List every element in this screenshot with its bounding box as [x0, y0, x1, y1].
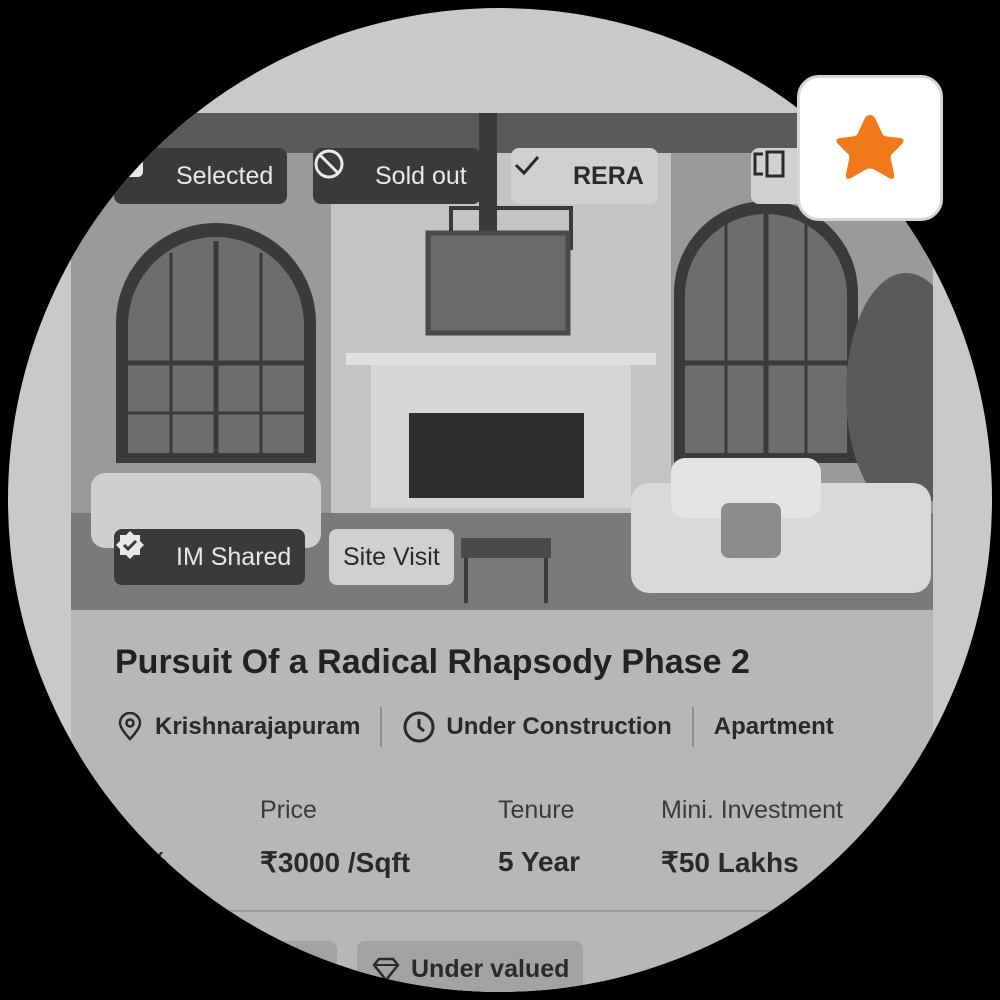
clock-icon [402, 710, 436, 744]
block-icon [314, 149, 359, 192]
sold-out-badge[interactable]: Sold out [313, 148, 481, 204]
min-investment-label: Mini. Investment [661, 796, 844, 824]
irr-label: IRR [71, 796, 109, 824]
im-shared-badge[interactable]: IM Shared [114, 529, 306, 585]
compare-icon [753, 150, 795, 192]
location-label: Krishnarajapuram [155, 713, 361, 740]
irr-value: % [143, 846, 168, 877]
verified-badge-icon [116, 531, 160, 573]
meta-divider [691, 707, 694, 747]
im-shared-label: IM Shared [176, 542, 292, 571]
property-card[interactable]: Selected Sold out RERA IM Shared Site Vi… [71, 113, 933, 992]
site-visit-badge[interactable]: Site Visit [329, 529, 454, 585]
favorite-button[interactable] [797, 75, 943, 221]
tag-chip[interactable] [211, 941, 337, 992]
under-valued-label: Under valued [411, 954, 570, 983]
min-investment-value: ₹50 Lakhs [661, 847, 799, 878]
under-valued-tag[interactable]: Under valued [357, 941, 584, 992]
property-meta: Krishnarajapuram Under Construction Apar… [115, 705, 834, 749]
selected-label: Selected [176, 161, 274, 190]
meta-divider [380, 707, 383, 747]
tenure-label: Tenure [498, 796, 575, 824]
location-pin-icon [115, 712, 145, 742]
price-label: Price [260, 796, 317, 824]
checkmark-icon [514, 156, 557, 192]
rera-label: RERA [573, 161, 644, 190]
status-label: Under Construction [446, 713, 672, 740]
price-value: ₹3000 /Sqft [260, 847, 411, 878]
sold-out-label: Sold out [375, 161, 467, 190]
location-item: Krishnarajapuram [115, 712, 360, 742]
upload-arrow-icon [117, 151, 160, 192]
tenure-value: 5 Year [498, 846, 581, 877]
selected-badge[interactable]: Selected [114, 148, 288, 204]
section-divider [71, 910, 933, 912]
star-icon [830, 109, 910, 187]
status-item: Under Construction [402, 710, 672, 744]
diamond-icon [371, 954, 401, 984]
rera-badge[interactable]: RERA [511, 148, 658, 204]
site-visit-label: Site Visit [343, 542, 440, 571]
property-title: Pursuit Of a Radical Rhapsody Phase 2 [115, 643, 750, 681]
type-label: Apartment [713, 713, 834, 740]
type-item: Apartment [714, 713, 834, 741]
